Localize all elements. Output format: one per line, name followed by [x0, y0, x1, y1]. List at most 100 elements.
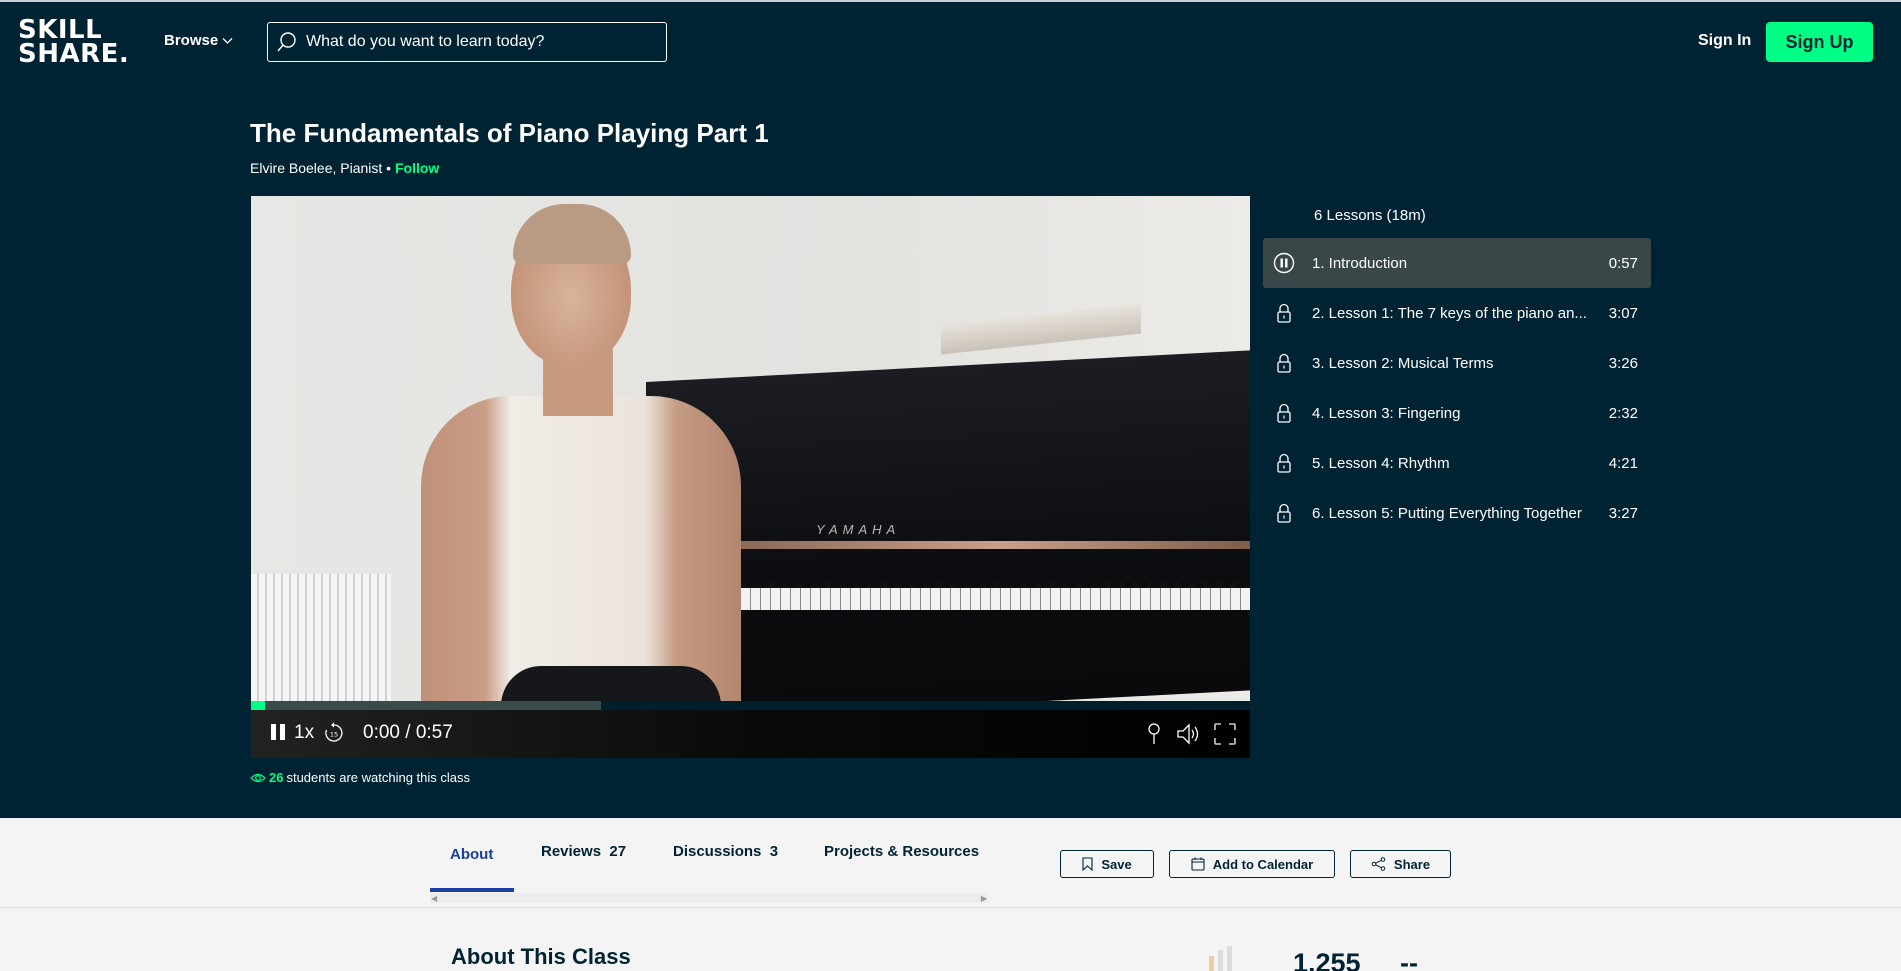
- about-section-title: About This Class: [451, 944, 631, 969]
- lesson-title: 6. Lesson 5: Putting Everything Together: [1312, 504, 1582, 522]
- lesson-title: 5. Lesson 4: Rhythm: [1312, 454, 1450, 472]
- lock-icon: [1277, 353, 1291, 373]
- video-person-legs: [501, 666, 721, 701]
- logo-line-2: SHARE.: [18, 39, 130, 69]
- lesson-duration: 4:21: [1608, 454, 1638, 472]
- sign-in-link[interactable]: Sign In: [1698, 32, 1751, 50]
- tab-label: Projects & Resources: [824, 843, 980, 860]
- search-input[interactable]: [306, 33, 646, 51]
- watching-indicator: 26 students are watching this class: [250, 770, 470, 785]
- video-piano-brand: YAMAHA: [816, 522, 901, 537]
- pause-button[interactable]: [271, 724, 287, 742]
- scroll-left-arrow-icon[interactable]: ◀: [431, 894, 437, 903]
- lock-icon: [1277, 403, 1291, 423]
- tab-about[interactable]: About: [450, 846, 493, 863]
- lesson-item[interactable]: 4. Lesson 3: Fingering 2:32: [1263, 388, 1651, 438]
- teacher-name[interactable]: Elvire Boelee, Pianist: [250, 160, 382, 176]
- played-bar: [251, 701, 265, 710]
- save-label: Save: [1101, 856, 1132, 872]
- lesson-title: 3. Lesson 2: Musical Terms: [1312, 354, 1494, 372]
- tab-label: Reviews: [541, 843, 602, 860]
- students-count: 1,255: [1293, 948, 1361, 971]
- lock-icon: [1277, 303, 1291, 323]
- video-piano-rail: [741, 541, 1250, 549]
- lesson-duration: 0:57: [1608, 254, 1638, 272]
- tabs-divider: [0, 907, 1901, 908]
- browse-menu-button[interactable]: Browse: [164, 32, 233, 49]
- lock-icon: [1277, 453, 1291, 473]
- volume-button[interactable]: [1175, 722, 1201, 746]
- video-controls: 1x 15 0:00 / 0:57: [251, 710, 1250, 758]
- class-title: The Fundamentals of Piano Playing Part 1: [250, 118, 769, 148]
- teacher-byline: Elvire Boelee, Pianist • Follow: [250, 160, 439, 176]
- tab-label: Discussions: [673, 843, 762, 860]
- add-to-calendar-label: Add to Calendar: [1212, 856, 1314, 872]
- lesson-item[interactable]: 6. Lesson 5: Putting Everything Together…: [1263, 488, 1651, 538]
- chevron-down-icon: [222, 37, 233, 44]
- search-icon: [277, 32, 296, 52]
- calendar-icon: [1191, 857, 1205, 871]
- tabs-horizontal-scrollbar[interactable]: ◀ ▶: [430, 893, 988, 903]
- tab-projects-resources[interactable]: Projects & Resources: [824, 843, 979, 860]
- pin-button[interactable]: [1145, 722, 1163, 746]
- skillshare-logo[interactable]: SKILL SHARE.: [18, 17, 130, 69]
- pause-icon-bar-right: [280, 724, 285, 740]
- share-icon: [1371, 857, 1386, 871]
- lesson-duration: 3:27: [1608, 504, 1638, 522]
- lesson-item[interactable]: 1. Introduction 0:57: [1263, 238, 1651, 288]
- tab-count: 3: [769, 843, 779, 860]
- search-box[interactable]: [267, 22, 667, 62]
- add-to-calendar-button[interactable]: Add to Calendar: [1169, 850, 1335, 878]
- share-label: Share: [1393, 856, 1431, 872]
- video-person-body: [421, 396, 741, 701]
- lessons-header: 6 Lessons (18m): [1314, 207, 1426, 224]
- lesson-duration: 2:32: [1608, 404, 1638, 422]
- time-display: 0:00 / 0:57: [363, 722, 453, 743]
- lock-icon: [1277, 503, 1291, 523]
- lesson-title: 2. Lesson 1: The 7 keys of the piano an.…: [1312, 304, 1587, 322]
- scroll-right-arrow-icon[interactable]: ▶: [981, 894, 987, 903]
- follow-link[interactable]: Follow: [395, 160, 439, 176]
- projects-count: --: [1400, 948, 1418, 971]
- browse-label: Browse: [164, 32, 219, 49]
- sign-up-button[interactable]: Sign Up: [1766, 22, 1873, 62]
- video-sheet-music: [941, 303, 1141, 355]
- tab-discussions[interactable]: Discussions 3: [673, 843, 778, 860]
- lesson-duration: 3:26: [1608, 354, 1638, 372]
- save-button[interactable]: Save: [1060, 850, 1154, 878]
- watching-text: students are watching this class: [286, 770, 471, 785]
- fullscreen-button[interactable]: [1213, 722, 1237, 746]
- watching-count: 26: [269, 770, 284, 785]
- pin-icon: [1148, 723, 1160, 744]
- rewind-icon: 15: [325, 722, 343, 742]
- active-tab-indicator: [430, 888, 514, 892]
- lesson-item[interactable]: 3. Lesson 2: Musical Terms 3:26: [1263, 338, 1651, 388]
- pause-icon-bar-left: [271, 724, 276, 740]
- fullscreen-icon: [1214, 723, 1236, 745]
- tab-count: 27: [609, 843, 627, 860]
- rewind-15-button[interactable]: 15: [323, 722, 345, 744]
- lesson-item[interactable]: 2. Lesson 1: The 7 keys of the piano an.…: [1263, 288, 1651, 338]
- skill-level-icon: [1209, 946, 1232, 971]
- svg-text:15: 15: [330, 731, 338, 739]
- buffered-bar: [251, 701, 601, 710]
- video-frame[interactable]: YAMAHA: [251, 196, 1250, 701]
- video-person-hair: [513, 204, 631, 264]
- lesson-title: 4. Lesson 3: Fingering: [1312, 404, 1461, 422]
- share-button[interactable]: Share: [1350, 850, 1451, 878]
- video-progress-bar[interactable]: [251, 701, 1250, 710]
- lesson-item[interactable]: 5. Lesson 4: Rhythm 4:21: [1263, 438, 1651, 488]
- playback-speed-button[interactable]: 1x: [294, 722, 314, 744]
- bookmark-icon: [1082, 857, 1093, 871]
- video-player[interactable]: YAMAHA 1x 15 0:00 / 0:57: [251, 196, 1250, 758]
- pause-circle-icon: [1273, 252, 1295, 274]
- tab-reviews[interactable]: Reviews 27: [541, 843, 626, 860]
- volume-icon: [1177, 723, 1199, 745]
- lesson-title: 1. Introduction: [1312, 254, 1408, 272]
- video-piano-keys: [741, 588, 1250, 610]
- lesson-duration: 3:07: [1608, 304, 1638, 322]
- byline-separator: •: [382, 160, 395, 176]
- tab-label: About: [450, 846, 494, 863]
- video-radiator: [251, 574, 391, 701]
- eye-icon: [250, 773, 266, 782]
